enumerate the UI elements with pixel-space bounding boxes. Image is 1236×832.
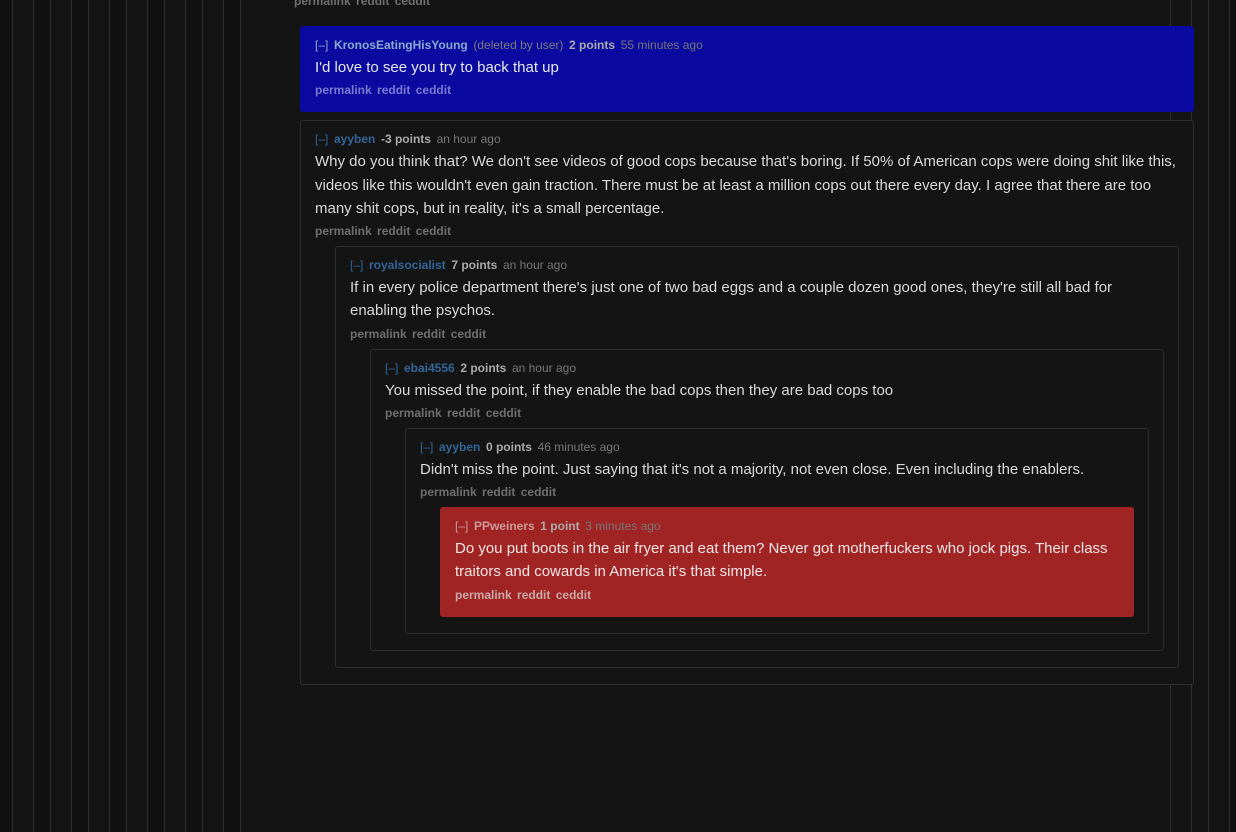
author-link[interactable]: ebai4556 [404, 361, 455, 375]
comment-ebai4556: [–] ebai4556 2 points an hour ago You mi… [370, 349, 1164, 651]
reddit-link[interactable]: reddit [517, 588, 550, 602]
comment-links: permalink reddit ceddit [294, 0, 1180, 8]
comment-body: Do you put boots in the air fryer and ea… [455, 537, 1119, 584]
author-link[interactable]: PPweiners [474, 519, 535, 533]
comment-links: permalink reddit ceddit [315, 224, 1179, 238]
time-label: an hour ago [512, 361, 576, 375]
author-link[interactable]: ayyben [334, 132, 375, 146]
reddit-link[interactable]: reddit [377, 224, 410, 238]
permalink-link[interactable]: permalink [420, 485, 477, 499]
time-label: an hour ago [503, 258, 567, 272]
ceddit-link[interactable]: ceddit [395, 0, 430, 8]
author-link[interactable]: ayyben [439, 440, 480, 454]
time-label: an hour ago [437, 132, 501, 146]
reddit-link[interactable]: reddit [482, 485, 515, 499]
comment-ayyben-outer: [–] ayyben -3 points an hour ago Why do … [300, 120, 1194, 684]
comment-body: Why do you think that? We don't see vide… [315, 150, 1179, 220]
author-link[interactable]: royalsocialist [369, 258, 446, 272]
points-label: 2 points [460, 361, 506, 375]
comment-tagline: [–] ayyben 0 points 46 minutes ago [420, 439, 1134, 454]
reddit-link[interactable]: reddit [356, 0, 389, 8]
comment-links: permalink reddit ceddit [350, 327, 1164, 341]
permalink-link[interactable]: permalink [315, 83, 372, 97]
ceddit-link[interactable]: ceddit [486, 406, 521, 420]
collapse-toggle[interactable]: [–] [315, 38, 328, 52]
points-label: 0 points [486, 440, 532, 454]
comment-royalsocialist: [–] royalsocialist 7 points an hour ago … [335, 246, 1179, 668]
comment-links: permalink reddit ceddit [315, 83, 1179, 97]
time-label: 46 minutes ago [538, 440, 620, 454]
comment-links: permalink reddit ceddit [385, 406, 1149, 420]
ceddit-link[interactable]: ceddit [521, 485, 556, 499]
permalink-link[interactable]: permalink [455, 588, 512, 602]
author-flair: (deleted by user) [473, 38, 563, 52]
permalink-link[interactable]: permalink [315, 224, 372, 238]
ceddit-link[interactable]: ceddit [556, 588, 591, 602]
permalink-link[interactable]: permalink [294, 0, 351, 8]
comment-tagline: [–] ebai4556 2 points an hour ago [385, 360, 1149, 375]
permalink-link[interactable]: permalink [350, 327, 407, 341]
points-label: 2 points [569, 38, 615, 52]
comment-body: Didn't miss the point. Just saying that … [420, 458, 1134, 481]
comment-links: permalink reddit ceddit [420, 485, 1134, 499]
collapse-toggle[interactable]: [–] [420, 440, 433, 454]
ceddit-link[interactable]: ceddit [451, 327, 486, 341]
comment-body: If in every police department there's ju… [350, 276, 1164, 323]
comment-kronos: [–] KronosEatingHisYoung (deleted by use… [300, 26, 1194, 112]
collapse-toggle[interactable]: [–] [455, 519, 468, 533]
comment-ppweiners: [–] PPweiners 1 point 3 minutes ago Do y… [440, 507, 1134, 617]
collapse-toggle[interactable]: [–] [385, 361, 398, 375]
reddit-link[interactable]: reddit [377, 83, 410, 97]
points-label: 7 points [451, 258, 497, 272]
points-label: 1 point [540, 519, 579, 533]
partial-parent-comment: permalink reddit ceddit [280, 0, 1194, 18]
collapse-toggle[interactable]: [–] [350, 258, 363, 272]
comment-tagline: [–] PPweiners 1 point 3 minutes ago [455, 518, 1119, 533]
ceddit-link[interactable]: ceddit [416, 224, 451, 238]
comment-tagline: [–] KronosEatingHisYoung (deleted by use… [315, 37, 1179, 52]
comment-ayyben-inner: [–] ayyben 0 points 46 minutes ago Didn'… [405, 428, 1149, 634]
points-label: -3 points [381, 132, 431, 146]
reddit-link[interactable]: reddit [412, 327, 445, 341]
comment-thread: permalink reddit ceddit [–] KronosEating… [280, 0, 1194, 693]
reddit-link[interactable]: reddit [447, 406, 480, 420]
time-label: 3 minutes ago [585, 519, 660, 533]
collapse-toggle[interactable]: [–] [315, 132, 328, 146]
comment-body: I'd love to see you try to back that up [315, 56, 1179, 79]
comment-tagline: [–] royalsocialist 7 points an hour ago [350, 257, 1164, 272]
comment-body: You missed the point, if they enable the… [385, 379, 1149, 402]
comment-links: permalink reddit ceddit [455, 588, 1119, 602]
comment-tagline: [–] ayyben -3 points an hour ago [315, 131, 1179, 146]
ceddit-link[interactable]: ceddit [416, 83, 451, 97]
author-link[interactable]: KronosEatingHisYoung [334, 38, 468, 52]
permalink-link[interactable]: permalink [385, 406, 442, 420]
time-label: 55 minutes ago [621, 38, 703, 52]
